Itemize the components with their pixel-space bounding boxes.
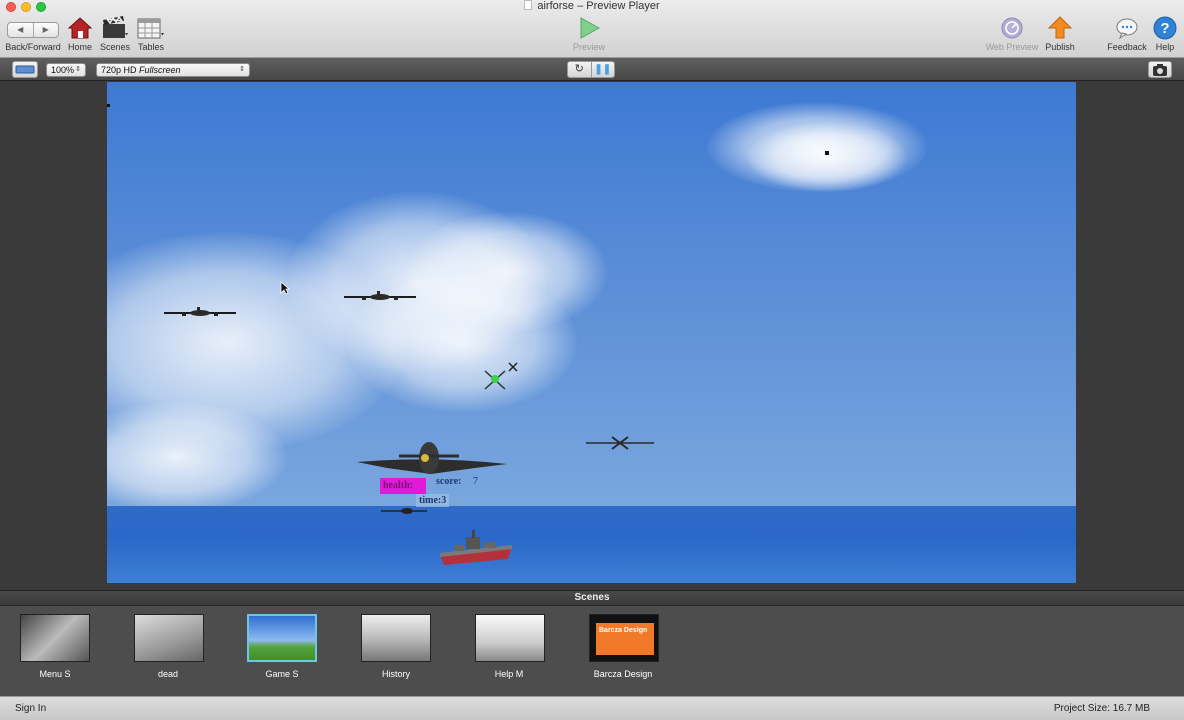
screenshot-button[interactable] (1148, 61, 1172, 78)
scene-label: dead (157, 669, 179, 679)
feedback-button[interactable]: Feedback (1106, 16, 1148, 52)
play-icon (580, 17, 601, 39)
crosshair-target-sprite (484, 362, 518, 390)
web-preview-button[interactable]: Web Preview (984, 16, 1040, 52)
reload-icon[interactable]: ↻ (568, 62, 592, 77)
score-value: 7 (473, 476, 478, 487)
clapperboard-icon (103, 15, 128, 38)
title-bar: airforse – Preview Player ◀ ▶ Back/Forwa… (0, 0, 1184, 58)
playback-controls: ↻ ❚❚ (567, 61, 615, 78)
device-toggle-button[interactable] (12, 61, 38, 78)
barcza-logo: Barcza Design (596, 623, 654, 655)
scene-thumbnail-history[interactable] (361, 614, 431, 662)
scene-label: Game S (265, 669, 299, 679)
scene-thumbnail-barcza[interactable]: Barcza Design (589, 614, 659, 662)
bullet-sprite (107, 104, 110, 107)
health-bar: health: (380, 478, 426, 494)
resolution-select[interactable]: 720p HD Fullscreen ⇕ (96, 63, 250, 77)
pause-icon[interactable]: ❚❚ (592, 62, 615, 77)
publish-button[interactable]: Publish (1042, 16, 1078, 52)
scene-label: Help M (494, 669, 524, 679)
scene-label: Barcza Design (593, 669, 653, 679)
cloud (407, 212, 607, 332)
back-forward-button[interactable]: ◀ ▶ Back/Forward (4, 16, 62, 52)
web-preview-icon (1001, 17, 1023, 39)
back-arrow-icon[interactable]: ◀ (8, 23, 33, 37)
document-icon (524, 0, 533, 10)
svg-text:?: ? (1160, 20, 1169, 37)
cloud (747, 122, 907, 192)
camera-icon (1153, 64, 1167, 76)
help-question-icon: ? (1153, 16, 1177, 40)
preview-button[interactable]: Preview (572, 16, 606, 52)
bomber-plane-sprite (344, 291, 416, 300)
time-readout: time:3 (416, 494, 450, 507)
device-frame-icon (15, 65, 35, 74)
home-icon (67, 17, 93, 39)
scene-thumbnail-dead[interactable] (134, 614, 204, 662)
status-bar: Sign In Project Size: 16.7 MB (0, 696, 1184, 720)
speech-bubble-icon (1116, 18, 1138, 40)
zoom-select[interactable]: 100% ⇕ (46, 63, 86, 77)
project-size: Project Size: 16.7 MB (1053, 703, 1150, 714)
scenes-strip: Menu S dead Game S History Help M Barcza… (0, 606, 1184, 696)
sea (107, 506, 1076, 583)
publish-arrow-icon (1047, 16, 1073, 39)
scene-thumbnail-menu[interactable] (20, 614, 90, 662)
bomber-plane-sprite (164, 307, 236, 316)
help-button[interactable]: ? Help (1152, 16, 1178, 52)
updown-arrow-icon: ⇕ (239, 66, 245, 73)
tables-button[interactable]: Tables (136, 16, 166, 52)
scene-thumbnail-game[interactable] (247, 614, 317, 662)
scenes-button[interactable]: Scenes (100, 15, 130, 52)
sign-in-link[interactable]: Sign In (15, 703, 46, 714)
table-icon (137, 18, 164, 39)
mouse-cursor-icon (280, 281, 290, 295)
window-title: airforse – Preview Player (0, 0, 1184, 13)
enemy-fighter-sprite (586, 436, 654, 450)
home-button[interactable]: Home (66, 16, 94, 52)
bullet-sprite (825, 151, 829, 155)
player-fighter-sprite (357, 442, 507, 474)
back-forward-segment[interactable]: ◀ ▶ (7, 22, 59, 38)
scene-thumbnail-help[interactable] (475, 614, 545, 662)
game-stage[interactable]: health: score: 7 time:3 (107, 82, 1076, 583)
score-label: score: (436, 476, 462, 487)
preview-controls-bar: 100% ⇕ 720p HD Fullscreen ⇕ ↻ ❚❚ (0, 58, 1184, 81)
updown-arrow-icon: ⇕ (75, 66, 81, 73)
scenes-header: Scenes (0, 590, 1184, 606)
scene-label: Menu S (39, 669, 71, 679)
scene-label: History (381, 669, 410, 679)
battleship-sprite (440, 530, 512, 565)
forward-arrow-icon[interactable]: ▶ (32, 23, 59, 37)
